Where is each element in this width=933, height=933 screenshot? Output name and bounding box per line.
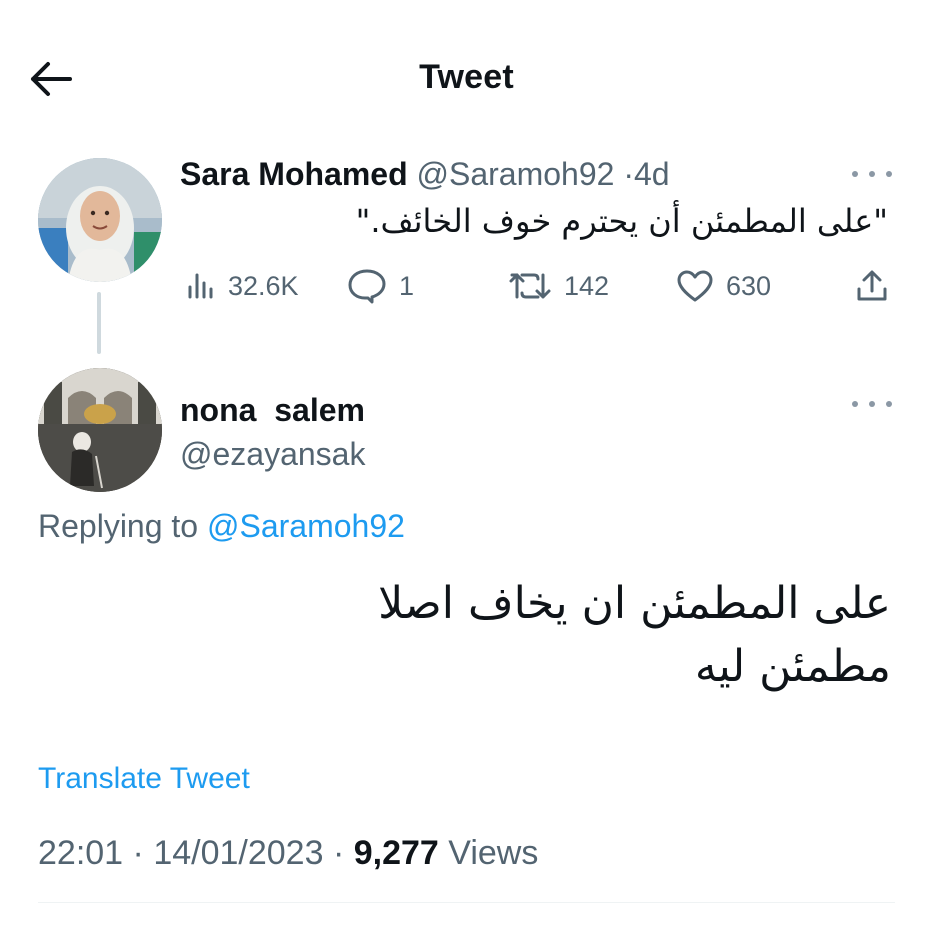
more-dot-icon — [886, 401, 892, 407]
more-dot-icon — [852, 401, 858, 407]
tweet-metadata: 22:01 · 14/01/2023 · 9,277 Views — [38, 834, 538, 873]
more-dot-icon — [886, 171, 892, 177]
avatar-nona[interactable] — [38, 368, 162, 492]
reply-button[interactable]: 1 — [347, 266, 414, 306]
share-button[interactable] — [855, 266, 889, 306]
separator-dot: · — [132, 834, 144, 872]
retweet-count: 142 — [564, 270, 610, 301]
avatar-sara[interactable] — [38, 158, 162, 282]
views-label: Views — [448, 834, 539, 872]
replying-to-line: Replying to @Saramoh92 — [38, 508, 405, 545]
thread-connector — [97, 292, 101, 354]
views-total: 9,277 — [353, 834, 439, 872]
tweet-text: "على المطمئن أن يحترم خوف الخائف." — [355, 202, 888, 240]
more-dot-icon — [852, 171, 858, 177]
views-button[interactable]: 32.6K — [186, 266, 299, 306]
share-icon — [857, 270, 887, 301]
reply-count: 1 — [399, 270, 415, 301]
like-count: 630 — [726, 270, 772, 301]
reply-bubble-icon — [348, 269, 386, 304]
page-title: Tweet — [419, 58, 514, 96]
tweet-date[interactable]: 14/01/2023 — [153, 834, 323, 872]
heart-icon — [677, 270, 713, 302]
reply-tweet-text: على المطمئن ان يخاف اصلا مطمئن ليه — [378, 572, 891, 698]
separator-dot: · — [623, 156, 634, 192]
more-options-button[interactable] — [852, 392, 892, 416]
separator-dot: · — [332, 834, 345, 872]
views-count: 32.6K — [228, 270, 299, 301]
avatar-image — [38, 158, 162, 282]
tweet-age[interactable]: 4d — [634, 156, 670, 192]
retweet-button[interactable]: 142 — [508, 266, 609, 306]
replying-to-link[interactable]: @Saramoh92 — [207, 508, 405, 544]
author-display-name[interactable]: Sara Mohamed — [180, 156, 408, 192]
tweet-time[interactable]: 22:01 — [38, 834, 123, 872]
reply-text-line: على المطمئن ان يخاف اصلا — [378, 578, 891, 629]
translate-tweet-link[interactable]: Translate Tweet — [38, 762, 250, 796]
more-dot-icon — [869, 401, 875, 407]
replying-to-label: Replying to — [38, 508, 207, 544]
like-button[interactable]: 630 — [676, 266, 771, 306]
more-options-button[interactable] — [852, 162, 892, 186]
analytics-icon — [188, 273, 213, 299]
reply-text-line: مطمئن ليه — [694, 641, 891, 692]
retweet-icon — [509, 273, 551, 299]
author-handle[interactable]: @Saramoh92 — [417, 156, 615, 192]
avatar-image — [38, 368, 162, 492]
tweet-author-line: Sara Mohamed @Saramoh92 ·4d — [180, 156, 670, 193]
reply-author-handle[interactable]: @ezayansak — [180, 436, 365, 473]
reply-author-display-name[interactable]: nona salem — [180, 392, 365, 429]
divider — [38, 902, 895, 903]
more-dot-icon — [869, 171, 875, 177]
